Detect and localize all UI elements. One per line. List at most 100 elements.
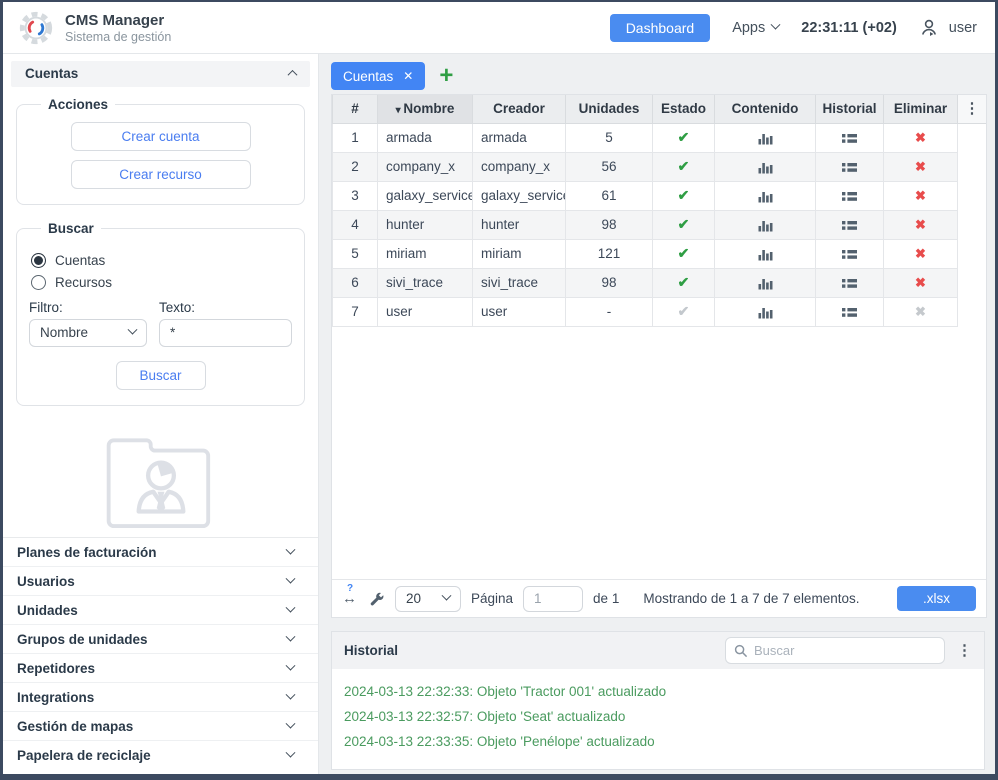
accounts-table: # ▾ Nombre Creador Unidades Estado Conte… (332, 95, 986, 327)
contenido-chart-icon[interactable] (758, 159, 773, 174)
sidebar-item-planes-de-facturaci-n[interactable]: Planes de facturación (3, 538, 318, 567)
table-row[interactable]: 3galaxy_servicegalaxy_service61✔✖ (333, 181, 987, 210)
page-size-select[interactable]: 20 (395, 586, 461, 612)
tab-bar: Cuentas ✕ + (331, 60, 985, 92)
historial-list-icon[interactable] (842, 217, 857, 232)
accounts-empty-illustration (95, 430, 227, 531)
delete-icon[interactable]: ✖ (915, 217, 926, 232)
sidebar-item-papelera-de-reciclaje[interactable]: Papelera de reciclaje (3, 741, 318, 770)
cell-num: 4 (333, 210, 378, 239)
cell-unidades: 56 (566, 152, 653, 181)
settings-wrench-icon[interactable] (369, 591, 385, 607)
sidebar-item-unidades[interactable]: Unidades (3, 596, 318, 625)
sidebar-item-label: Usuarios (17, 574, 75, 589)
radio-recursos[interactable]: Recursos (31, 275, 290, 290)
radio-unselected-icon (31, 275, 46, 290)
chevron-down-icon (286, 689, 296, 699)
table-row[interactable]: 2company_xcompany_x56✔✖ (333, 152, 987, 181)
cell-num: 2 (333, 152, 378, 181)
filtro-selected-value: Nombre (40, 325, 88, 340)
historial-list-icon[interactable] (842, 188, 857, 203)
estado-check-icon: ✔ (678, 303, 690, 319)
sidebar-item-integrations[interactable]: Integrations (3, 683, 318, 712)
cell-creador: armada (473, 123, 566, 152)
chevron-down-icon (128, 325, 138, 335)
table-row[interactable]: 6sivi_tracesivi_trace98✔✖ (333, 268, 987, 297)
delete-icon[interactable]: ✖ (915, 246, 926, 261)
sidebar-item-gesti-n-de-mapas[interactable]: Gestión de mapas (3, 712, 318, 741)
cell-unidades: 121 (566, 239, 653, 268)
user-menu[interactable]: user (919, 18, 977, 38)
export-xlsx-button[interactable]: .xlsx (897, 586, 976, 611)
col-creador[interactable]: Creador (473, 95, 566, 123)
sidebar-item-label: Papelera de reciclaje (17, 748, 151, 763)
col-num[interactable]: # (333, 95, 378, 123)
texto-label: Texto: (159, 300, 292, 315)
chevron-down-icon (286, 718, 296, 728)
cell-num: 7 (333, 297, 378, 326)
sidebar-item-usuarios[interactable]: Usuarios (3, 567, 318, 596)
delete-icon[interactable]: ✖ (915, 130, 926, 145)
contenido-chart-icon[interactable] (758, 188, 773, 203)
delete-icon[interactable]: ✖ (915, 159, 926, 174)
dashboard-button[interactable]: Dashboard (610, 14, 711, 42)
chevron-up-icon (288, 70, 298, 80)
table-footer: ↔? 20 Página de 1 Mostrando de 1 a 7 de … (332, 579, 986, 617)
radio-recursos-label: Recursos (55, 275, 112, 290)
cell-num: 3 (333, 181, 378, 210)
tab-close-icon[interactable]: ✕ (403, 69, 413, 83)
delete-icon[interactable]: ✖ (915, 188, 926, 203)
col-estado[interactable]: Estado (653, 95, 715, 123)
create-account-button[interactable]: Crear cuenta (71, 122, 251, 151)
delete-icon[interactable]: ✖ (915, 275, 926, 290)
texto-input[interactable] (159, 319, 292, 347)
filtro-select[interactable]: Nombre (29, 319, 147, 347)
col-unidades[interactable]: Unidades (566, 95, 653, 123)
radio-selected-icon (31, 253, 46, 268)
historial-list-icon[interactable] (842, 304, 857, 319)
historial-options-icon[interactable]: ⋮ (957, 646, 972, 656)
contenido-chart-icon[interactable] (758, 217, 773, 232)
estado-check-icon: ✔ (678, 187, 690, 203)
page-number-input[interactable] (523, 586, 583, 612)
contenido-chart-icon[interactable] (758, 130, 773, 145)
contenido-chart-icon[interactable] (758, 246, 773, 261)
buscar-group: Buscar Cuentas Recursos Filtro: Texto: N… (16, 221, 305, 406)
col-contenido[interactable]: Contenido (715, 95, 816, 123)
add-tab-button[interactable]: + (439, 66, 453, 86)
radio-cuentas[interactable]: Cuentas (31, 253, 290, 268)
sidebar-section-cuentas[interactable]: Cuentas (11, 61, 310, 87)
sidebar-section-title: Cuentas (25, 66, 78, 81)
clock: 22:31:11 (+02) (801, 20, 897, 36)
contenido-chart-icon[interactable] (758, 304, 773, 319)
historial-list-icon[interactable] (842, 130, 857, 145)
apps-dropdown[interactable]: Apps (732, 20, 779, 36)
user-icon (919, 18, 939, 38)
historial-list-icon[interactable] (842, 246, 857, 261)
table-row[interactable]: 7useruser-✔✖ (333, 297, 987, 326)
col-historial[interactable]: Historial (816, 95, 884, 123)
table-row[interactable]: 1armadaarmada5✔✖ (333, 123, 987, 152)
col-nombre-sorted[interactable]: ▾ Nombre (378, 95, 473, 123)
contenido-chart-icon[interactable] (758, 275, 773, 290)
historial-search[interactable] (725, 637, 945, 664)
tab-cuentas[interactable]: Cuentas ✕ (331, 62, 425, 90)
create-resource-button[interactable]: Crear recurso (71, 160, 251, 189)
historial-list-icon[interactable] (842, 159, 857, 174)
chevron-down-icon (286, 602, 296, 612)
table-options-icon[interactable]: ⋮ (965, 100, 980, 117)
table-row[interactable]: 4hunterhunter98✔✖ (333, 210, 987, 239)
app-window: CMS Manager Sistema de gestión Dashboard… (0, 0, 998, 780)
autofit-columns-icon[interactable]: ↔? (342, 590, 357, 607)
buscar-legend: Buscar (41, 221, 101, 236)
table-row[interactable]: 5miriammiriam121✔✖ (333, 239, 987, 268)
buscar-button[interactable]: Buscar (116, 361, 206, 390)
historial-list-icon[interactable] (842, 275, 857, 290)
historial-panel: Historial ⋮ 2024-03-13 22:32:33: Objeto … (331, 631, 985, 770)
historial-search-input[interactable] (754, 643, 936, 658)
cell-nombre: sivi_trace (378, 268, 473, 297)
search-icon (734, 644, 748, 658)
col-eliminar[interactable]: Eliminar (884, 95, 958, 123)
sidebar-item-repetidores[interactable]: Repetidores (3, 654, 318, 683)
sidebar-item-grupos-de-unidades[interactable]: Grupos de unidades (3, 625, 318, 654)
